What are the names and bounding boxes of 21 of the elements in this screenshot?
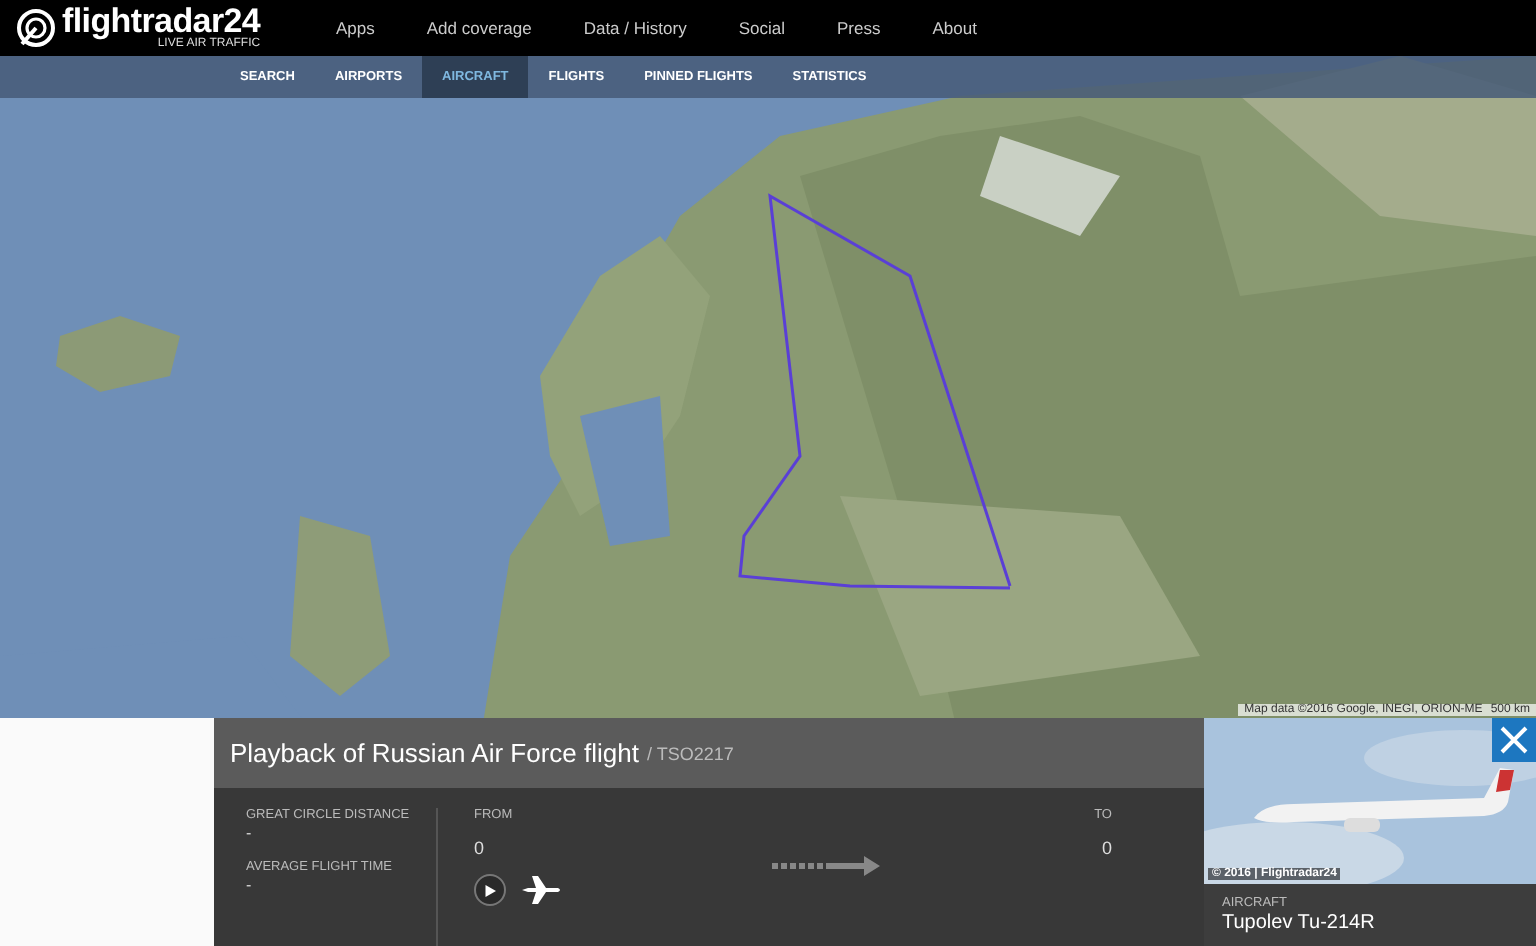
airplane-icon: [522, 876, 562, 904]
stat-value: -: [246, 876, 254, 894]
play-icon: [484, 884, 496, 898]
close-button[interactable]: [1492, 718, 1536, 762]
menu-link[interactable]: Add coverage: [426, 17, 532, 38]
logo-icon: [16, 7, 56, 48]
menu-link[interactable]: Apps: [336, 17, 375, 38]
play-button[interactable]: [474, 874, 506, 906]
menu-link[interactable]: Social: [738, 17, 785, 38]
stat-value: -: [246, 824, 254, 842]
aircraft-model: Tupolev Tu-214R: [1222, 912, 1377, 934]
menu-link[interactable]: About: [932, 17, 977, 38]
close-icon: [1500, 726, 1528, 754]
callsign: / TSO2217: [646, 743, 734, 763]
logo-text: flightradar24: [62, 4, 261, 39]
to-value: 0: [1101, 838, 1112, 858]
flight-title: Playback of Russian Air Force flight: [230, 738, 639, 768]
from-value: 0: [474, 838, 485, 858]
arrow-icon: [772, 852, 885, 880]
menu-link[interactable]: Data / History: [583, 17, 687, 38]
menu-link[interactable]: Press: [836, 17, 881, 38]
